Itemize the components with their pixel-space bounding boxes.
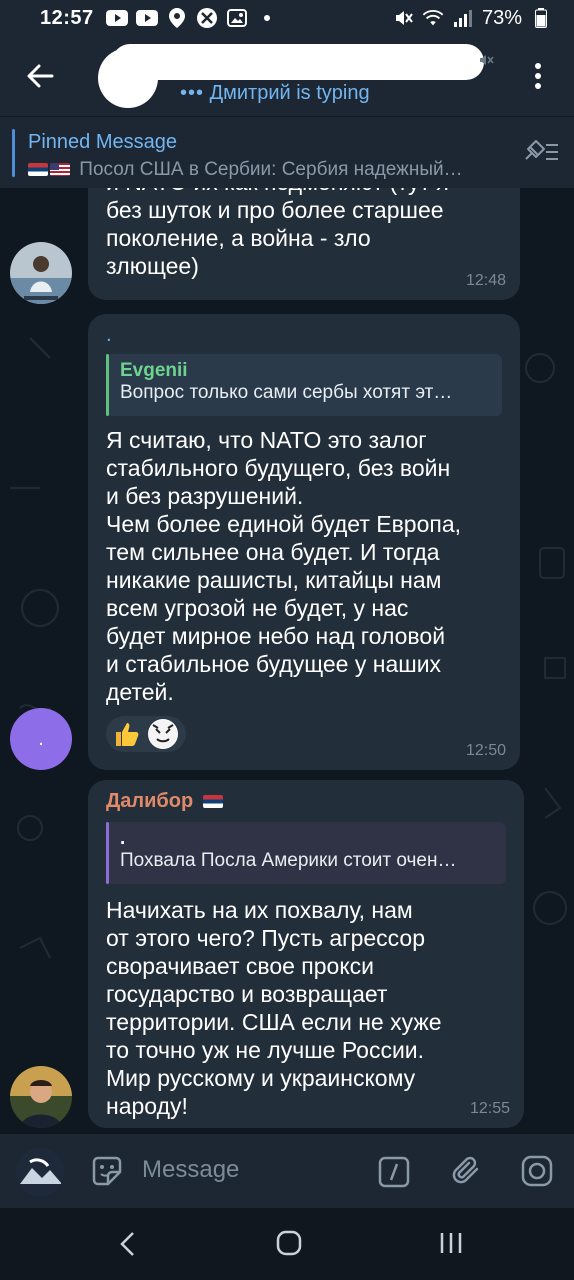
- usa-flag-icon: [50, 163, 70, 177]
- character-reaction-icon: [148, 719, 178, 749]
- typing-status: ••• Дмитрий is typing: [180, 82, 370, 105]
- kebab-menu-icon: [535, 63, 541, 89]
- commands-button[interactable]: [378, 1156, 410, 1193]
- avatar[interactable]: .: [10, 708, 72, 770]
- message-bubble[interactable]: . Evgenii Вопрос только сами сербы хотят…: [88, 314, 520, 770]
- recents-icon: [440, 1233, 462, 1253]
- x-app-icon: [196, 8, 218, 28]
- avatar-initial: .: [38, 727, 44, 750]
- sticker-button[interactable]: [90, 1154, 124, 1193]
- message-input[interactable]: [142, 1156, 352, 1184]
- message-text: Начихать на их похвалу, нам от этого чег…: [106, 897, 442, 1119]
- reply-preview[interactable]: . Похвала Посла Америки стоит очен…: [106, 822, 506, 884]
- message-time: 12:48: [465, 272, 506, 289]
- serbia-flag-icon: [28, 163, 48, 177]
- pin-list-icon: [525, 140, 558, 160]
- message-time: 12:55: [469, 1100, 510, 1117]
- reactions: [106, 716, 502, 752]
- chat-area[interactable]: и NATO их как подменяют (тут я без шуток…: [0, 188, 574, 1134]
- battery-icon: [530, 8, 552, 28]
- pinned-indicator: [12, 129, 15, 177]
- battery-percent: 73%: [481, 6, 522, 29]
- muted-icon: [478, 52, 494, 73]
- message-bubble[interactable]: Далибор . Похвала Посла Америки стоит оч…: [88, 780, 524, 1128]
- message-bubble[interactable]: и NATO их как подменяют (тут я без шуток…: [88, 188, 520, 300]
- slash-command-icon: [378, 1156, 410, 1188]
- youtube-icon: [105, 10, 128, 26]
- chevron-left-icon: [120, 1232, 134, 1256]
- message-text: Я считаю, что NATO это залог стабильного…: [106, 427, 462, 705]
- message-input-bar: [0, 1134, 574, 1208]
- status-time: 12:57: [40, 6, 94, 29]
- send-as-avatar[interactable]: [16, 1148, 64, 1196]
- dot-icon: [256, 10, 278, 26]
- reaction-chip[interactable]: [106, 716, 186, 752]
- pinned-list-button[interactable]: [522, 137, 560, 172]
- typing-text: Дмитрий is typing: [209, 82, 370, 104]
- wifi-icon: [422, 10, 444, 26]
- reply-preview[interactable]: Evgenii Вопрос только сами сербы хотят э…: [106, 354, 502, 416]
- system-nav-bar: [0, 1208, 574, 1280]
- signal-icon: [452, 10, 474, 27]
- arrow-left-icon: [27, 64, 54, 88]
- camera-icon: [521, 1155, 553, 1187]
- more-menu-button[interactable]: [520, 58, 556, 94]
- nav-recents-button[interactable]: [438, 1230, 464, 1261]
- pinned-text: Посол США в Сербии: Сербия надежный…: [79, 159, 463, 180]
- pinned-label: Pinned Message: [28, 131, 177, 153]
- nav-home-button[interactable]: [276, 1230, 302, 1261]
- chat-header: ••• Дмитрий is typing: [0, 36, 574, 116]
- reply-text: Похвала Посла Америки стоит очен…: [120, 850, 457, 871]
- attach-button[interactable]: [450, 1154, 484, 1193]
- message-text: и NATO их как подменяют (тут я без шуток…: [106, 188, 449, 279]
- chat-title-redacted[interactable]: [112, 44, 484, 80]
- status-bar: 12:57 73%: [0, 0, 574, 36]
- pinned-message-bar[interactable]: Pinned Message Посол США в Сербии: Серби…: [0, 116, 574, 188]
- sticker-icon: [92, 1156, 122, 1186]
- serbia-flag-icon: [202, 795, 223, 809]
- message-time: 12:50: [465, 742, 506, 759]
- avatar[interactable]: [10, 1066, 72, 1128]
- back-button[interactable]: [0, 36, 80, 116]
- youtube-icon: [135, 10, 158, 26]
- mute-vibrate-icon: [392, 10, 414, 26]
- camera-button[interactable]: [520, 1154, 554, 1193]
- message-sender: .: [106, 324, 112, 346]
- thumbs-up-icon: [112, 719, 142, 749]
- home-icon: [276, 1230, 302, 1256]
- reply-author: .: [120, 828, 126, 849]
- message-sender[interactable]: Далибор: [106, 790, 193, 812]
- typing-dots: •••: [180, 82, 205, 104]
- paperclip-icon: [452, 1156, 479, 1184]
- reply-text: Вопрос только сами сербы хотят эт…: [120, 382, 453, 403]
- location-icon: [166, 8, 188, 28]
- gallery-icon: [226, 9, 248, 27]
- avatar[interactable]: [10, 242, 72, 304]
- nav-back-button[interactable]: [118, 1230, 138, 1263]
- reply-author: Evgenii: [120, 360, 188, 381]
